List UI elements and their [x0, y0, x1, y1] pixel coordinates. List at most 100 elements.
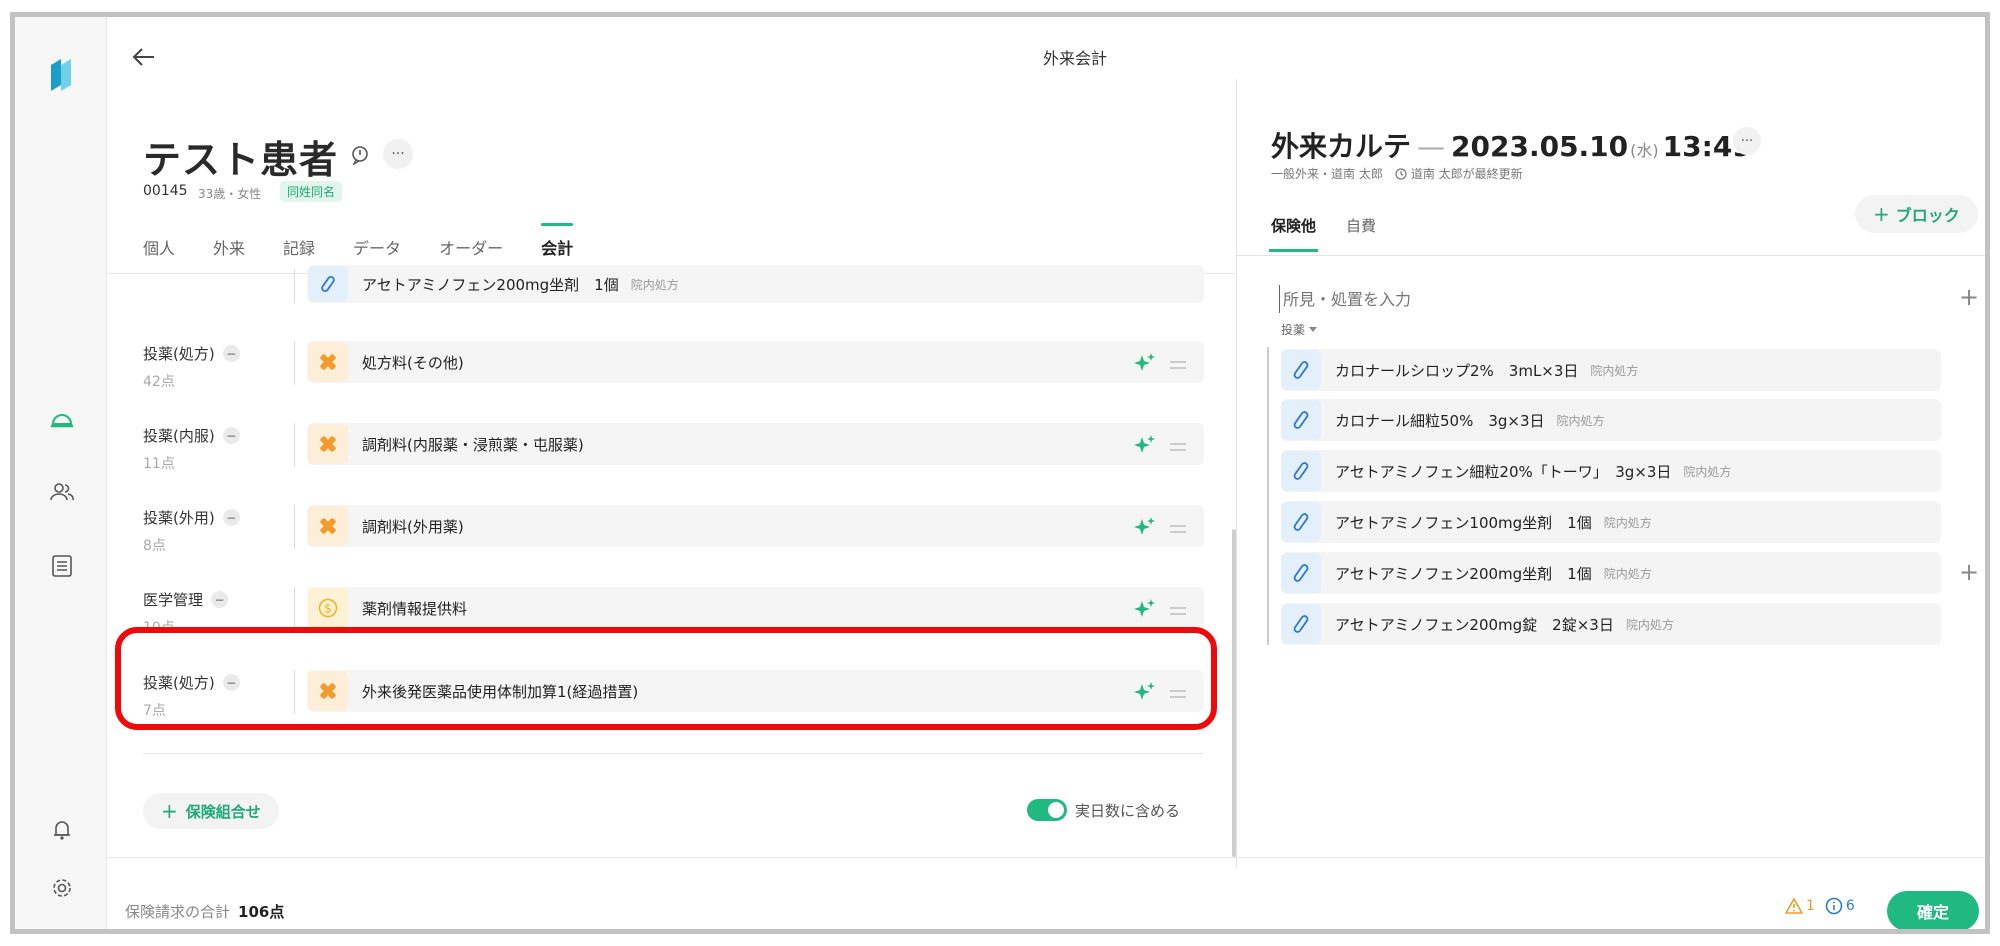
tab-records[interactable]: 記録 — [283, 235, 315, 269]
records-icon[interactable] — [49, 553, 75, 579]
tab-billing[interactable]: 会計 — [541, 223, 574, 269]
karte-more-button[interactable]: ··· — [1733, 127, 1761, 155]
panel-divider — [1236, 79, 1237, 869]
drag-handle-icon[interactable] — [1170, 519, 1186, 538]
tab-personal[interactable]: 個人 — [143, 235, 175, 269]
toggle-label: 実日数に含める — [1075, 801, 1181, 820]
patient-age-sex: 33歳・女性 — [198, 187, 262, 201]
total-value: 106点 — [238, 903, 285, 921]
prescription-sub: 院内処方 — [1603, 515, 1652, 530]
section-bar — [1267, 347, 1269, 645]
patients-icon[interactable] — [49, 479, 75, 505]
karte-dow: (水) — [1630, 141, 1659, 160]
sparkle-icon[interactable] — [1134, 599, 1156, 621]
add-insurance-button[interactable]: + 保険組合せ — [143, 793, 279, 829]
billing-points: 42点 — [143, 374, 175, 390]
drag-handle-icon[interactable] — [1170, 437, 1186, 456]
karte-updated-text: 道南 太郎が最終更新 — [1410, 167, 1523, 181]
tab-data[interactable]: データ — [353, 235, 401, 269]
prescription-card[interactable]: アセトアミノフェン200mg坐剤 1個 院内処方 — [1281, 552, 1941, 594]
info-icon — [1825, 897, 1843, 915]
plus-icon: + — [161, 799, 178, 823]
reception-icon[interactable] — [49, 407, 75, 433]
prescription-card[interactable]: アセトアミノフェン細粒20%「トーワ」 3g×3日 院内処方 — [1281, 450, 1941, 492]
prescription-card[interactable]: アセトアミノフェン100mg坐剤 1個 院内処方 — [1281, 501, 1941, 543]
drag-handle-icon[interactable] — [1170, 601, 1186, 620]
arrow-left-icon — [132, 48, 154, 66]
patient-more-button[interactable]: ··· — [383, 139, 413, 169]
row-divider — [294, 341, 295, 385]
add-insurance-label: 保険組合せ — [185, 802, 261, 821]
tab-outpatient[interactable]: 外来 — [213, 235, 245, 269]
add-prescription-icon[interactable]: + — [1957, 558, 1981, 586]
divider — [1237, 255, 1985, 256]
prescription-card[interactable]: アセトアミノフェン200mg錠 2錠×3日 院内処方 — [1281, 603, 1941, 645]
billing-item-card[interactable]: アセトアミノフェン200mg坐剤 1個 院内処方 — [307, 265, 1204, 303]
medication-section-label[interactable]: 投薬 — [1281, 321, 1318, 338]
drag-handle-icon[interactable] — [1170, 355, 1186, 374]
billing-item-card[interactable]: 処方料(その他) — [307, 341, 1204, 383]
prescription-card[interactable]: カロナール細粒50% 3g×3日 院内処方 — [1281, 399, 1941, 441]
pill-icon — [1281, 502, 1321, 542]
karte-meta: 一般外来・道南 太郎 道南 太郎が最終更新 — [1271, 165, 1523, 182]
actual-days-toggle[interactable] — [1027, 799, 1067, 821]
back-button[interactable] — [128, 41, 160, 73]
coin-icon: $ — [308, 588, 348, 628]
category-label: 投薬(外用) — [143, 509, 215, 527]
warning-indicator[interactable]: 1 — [1785, 898, 1815, 914]
add-block-button[interactable]: + ブロック — [1855, 195, 1978, 233]
karte-updated: 道南 太郎が最終更新 — [1395, 165, 1523, 182]
add-findings-icon[interactable]: + — [1957, 283, 1981, 311]
row-divider — [294, 269, 295, 303]
prescription-sub: 院内処方 — [1590, 363, 1639, 378]
memo-icon[interactable] — [348, 143, 372, 167]
pill-icon — [1281, 604, 1321, 644]
pill-icon — [308, 266, 348, 302]
billing-item-name: 調剤料(内服薬・浸煎薬・屯服薬) — [362, 435, 584, 454]
info-count: 6 — [1845, 898, 1855, 914]
divider — [143, 753, 1203, 754]
billing-item-name: 処方料(その他) — [362, 353, 464, 372]
findings-input[interactable] — [1279, 285, 1699, 313]
prescription-sub: 院内処方 — [1603, 566, 1652, 581]
prescription-card[interactable]: カロナールシロップ2% 3mL×3日 院内処方 — [1281, 349, 1941, 391]
category-label: 投薬(内服) — [143, 427, 215, 445]
billing-item-card[interactable]: 調剤料(内服薬・浸煎薬・屯服薬) — [307, 423, 1204, 465]
pill-icon — [1281, 553, 1321, 593]
caret-down-icon — [1309, 326, 1318, 332]
collapse-button[interactable]: − — [211, 591, 229, 608]
medical-cross-icon — [308, 424, 348, 464]
karte-date: 2023.05.10 — [1451, 130, 1629, 163]
sparkle-icon[interactable] — [1134, 353, 1156, 375]
collapse-button[interactable]: − — [222, 427, 240, 444]
karte-title-text: 外来カルテ — [1271, 130, 1412, 163]
gear-icon[interactable] — [49, 875, 75, 901]
billing-item-card[interactable]: $ 薬剤情報提供料 — [307, 587, 1204, 629]
info-indicator[interactable]: 6 — [1825, 897, 1855, 915]
confirm-button[interactable]: 確定 — [1887, 891, 1979, 929]
medical-cross-icon — [308, 342, 348, 382]
billing-item-sub: 院内処方 — [630, 277, 679, 292]
title-dash: — — [1417, 130, 1446, 163]
prescription-name: カロナールシロップ2% 3mL×3日 — [1335, 361, 1579, 380]
prescription-name: アセトアミノフェン200mg錠 2錠×3日 — [1335, 615, 1614, 634]
row-divider — [294, 505, 295, 549]
row-divider — [294, 587, 295, 631]
svg-text:$: $ — [324, 602, 332, 616]
billing-item-card[interactable]: 調剤料(外用薬) — [307, 505, 1204, 547]
item-actions — [1134, 599, 1186, 621]
warning-count: 1 — [1806, 898, 1815, 914]
collapse-button[interactable]: − — [222, 345, 240, 362]
prescription-name: アセトアミノフェン細粒20%「トーワ」 3g×3日 — [1335, 462, 1672, 481]
medical-cross-icon — [308, 506, 348, 546]
bell-icon[interactable] — [49, 817, 75, 843]
app-logo[interactable] — [49, 57, 73, 93]
tab-insurance[interactable]: 保険他 — [1268, 215, 1319, 252]
billing-total: 保険請求の合計 106点 — [125, 901, 284, 922]
collapse-button[interactable]: − — [222, 509, 240, 526]
sparkle-icon[interactable] — [1134, 435, 1156, 457]
sparkle-icon[interactable] — [1134, 517, 1156, 539]
tab-self-pay[interactable]: 自費 — [1346, 215, 1376, 236]
tab-orders[interactable]: オーダー — [439, 235, 503, 269]
alerts[interactable]: 1 6 — [1785, 897, 1855, 915]
